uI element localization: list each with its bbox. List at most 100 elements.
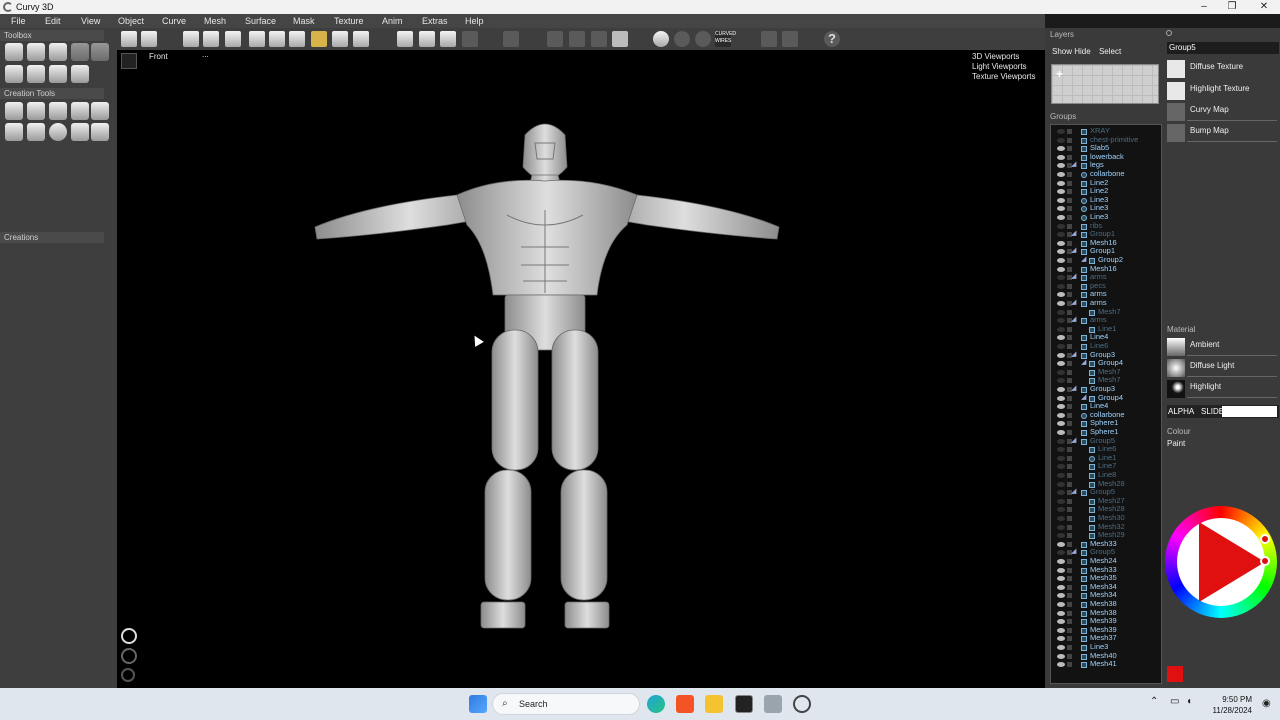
visibility-eye-icon[interactable] [1057, 378, 1065, 384]
visibility-eye-icon[interactable] [1057, 533, 1065, 539]
group-tree-row[interactable]: Line3 [1051, 212, 1161, 222]
curved-wires-button[interactable]: CURVED WIRES [715, 31, 736, 47]
lock-icon[interactable] [1067, 146, 1072, 152]
texture-swatch[interactable] [1167, 60, 1185, 78]
lock-icon[interactable] [1067, 602, 1072, 607]
maximize-button[interactable]: ❐ [1218, 0, 1246, 14]
curvy-taskbar-icon[interactable] [764, 695, 782, 713]
lock-icon[interactable] [1067, 292, 1072, 298]
pan-view-icon[interactable] [121, 648, 137, 664]
visibility-eye-icon[interactable] [1057, 154, 1065, 160]
expand-arrow-icon[interactable]: ◢ [1081, 256, 1086, 265]
menu-edit[interactable]: Edit [45, 16, 61, 26]
shaded-sphere-icon[interactable] [653, 31, 669, 47]
expand-arrow-icon[interactable]: ◢ [1071, 385, 1076, 394]
highlight-texture-row[interactable]: Highlight Texture [1165, 81, 1280, 102]
material-swatch[interactable] [1167, 338, 1185, 356]
expand-arrow-icon[interactable]: ◢ [1071, 299, 1076, 308]
select-button[interactable]: Select [1099, 47, 1121, 56]
expand-arrow-icon[interactable]: ◢ [1071, 437, 1076, 446]
lock-icon[interactable] [1067, 559, 1072, 564]
visibility-eye-icon[interactable] [1057, 636, 1065, 642]
visibility-eye-icon[interactable] [1057, 301, 1065, 306]
visibility-eye-icon[interactable] [1057, 369, 1065, 375]
redo-icon[interactable] [203, 31, 219, 47]
visibility-eye-icon[interactable] [1057, 541, 1065, 547]
camera-icon[interactable] [91, 43, 109, 61]
lock-icon[interactable] [1067, 610, 1072, 616]
lock-icon[interactable] [1067, 180, 1072, 186]
lock-icon[interactable] [1067, 223, 1072, 229]
tube-icon[interactable] [49, 102, 67, 120]
visibility-eye-icon[interactable] [1057, 292, 1065, 298]
texture-swatch[interactable] [1167, 103, 1185, 121]
undo-icon[interactable] [183, 31, 199, 47]
hand-icon[interactable] [397, 31, 413, 47]
lock-icon[interactable] [1067, 584, 1072, 590]
file-explorer-icon[interactable] [705, 695, 723, 713]
visibility-eye-icon[interactable] [1057, 412, 1065, 418]
group-tree-row[interactable]: lowerback [1051, 152, 1161, 162]
visibility-eye-icon[interactable] [1057, 464, 1065, 470]
visibility-eye-icon[interactable] [1057, 326, 1065, 332]
brush-icon[interactable] [27, 43, 45, 61]
visibility-eye-icon[interactable] [1057, 602, 1065, 607]
lock-icon[interactable] [1067, 326, 1072, 332]
help-icon[interactable]: ? [824, 31, 840, 47]
edge-icon[interactable] [647, 695, 665, 713]
rectangle-select-icon[interactable] [311, 31, 327, 47]
visibility-eye-icon[interactable] [1057, 283, 1065, 289]
visibility-eye-icon[interactable] [1057, 481, 1065, 487]
cube-select-icon[interactable] [5, 65, 23, 83]
flat-sphere-icon[interactable] [674, 31, 690, 47]
diffuse-light-row[interactable]: Diffuse Light [1165, 358, 1280, 379]
visibility-eye-icon[interactable] [1057, 473, 1065, 478]
diffuse-light-slider[interactable] [1187, 376, 1277, 377]
network-icon[interactable]: ▭ [1170, 696, 1179, 707]
lock-icon[interactable] [1067, 206, 1072, 212]
curve-tool-icon[interactable] [27, 102, 45, 120]
lock-icon[interactable] [1067, 645, 1072, 650]
lock-icon[interactable] [1067, 653, 1072, 659]
lock-icon[interactable] [1067, 593, 1072, 599]
visibility-eye-icon[interactable] [1057, 240, 1065, 246]
lock-icon[interactable] [1067, 533, 1072, 539]
lock-icon[interactable] [1067, 189, 1072, 195]
visibility-eye-icon[interactable] [1057, 266, 1065, 272]
lock-icon[interactable] [1067, 266, 1072, 272]
visibility-eye-icon[interactable] [1057, 619, 1065, 625]
plane-icon[interactable] [91, 102, 109, 120]
bump-map-slider[interactable] [1187, 141, 1277, 142]
paint-button[interactable]: Paint [1167, 439, 1185, 448]
visibility-eye-icon[interactable] [1057, 507, 1065, 513]
visibility-eye-icon[interactable] [1057, 524, 1065, 530]
duplicate-icon[interactable] [225, 31, 241, 47]
visibility-eye-icon[interactable] [1057, 163, 1065, 169]
bump-map-row[interactable]: Bump Map [1165, 123, 1280, 144]
visibility-eye-icon[interactable] [1057, 438, 1065, 444]
visibility-eye-icon[interactable] [1057, 361, 1065, 367]
layer-preview[interactable]: + [1051, 64, 1159, 104]
lock-icon[interactable] [1067, 129, 1072, 134]
menu-anim[interactable]: Anim [382, 16, 403, 26]
lock-icon[interactable] [1067, 395, 1072, 401]
visibility-eye-icon[interactable] [1057, 627, 1065, 633]
highlight-row[interactable]: Highlight [1165, 379, 1280, 400]
align-icon[interactable] [71, 43, 89, 61]
pin-icon[interactable] [1166, 30, 1172, 36]
visibility-eye-icon[interactable] [1057, 249, 1065, 255]
visibility-eye-icon[interactable] [1057, 223, 1065, 229]
lasso-icon[interactable] [332, 31, 348, 47]
expand-arrow-icon[interactable]: ◢ [1071, 230, 1076, 239]
sphere-icon[interactable] [49, 123, 67, 141]
highlight-slider[interactable] [1187, 397, 1277, 398]
system-clock[interactable]: 9:50 PM 11/28/2024 [1206, 694, 1252, 716]
visibility-eye-icon[interactable] [1057, 559, 1065, 564]
lock-icon[interactable] [1067, 369, 1072, 375]
visibility-eye-icon[interactable] [1057, 430, 1065, 435]
alpha-row[interactable]: ALPHA SLIDE [1167, 405, 1279, 418]
visibility-eye-icon[interactable] [1057, 593, 1065, 599]
visibility-eye-icon[interactable] [1057, 550, 1065, 556]
tray-chevron-icon[interactable]: ⌃ [1150, 696, 1158, 707]
curve-b-icon[interactable] [569, 31, 585, 47]
